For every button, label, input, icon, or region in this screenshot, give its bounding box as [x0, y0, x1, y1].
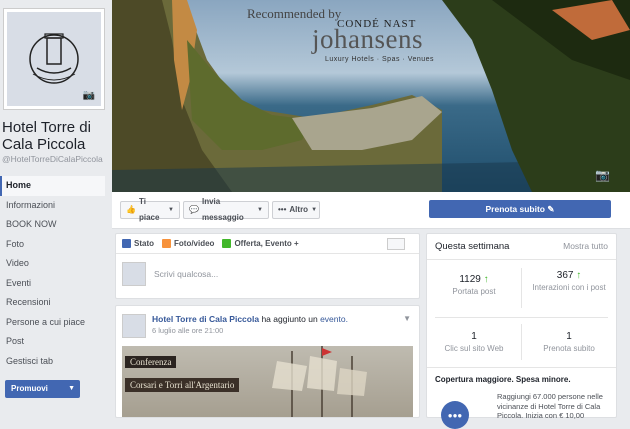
more-label: Altro: [289, 205, 309, 214]
chevron-down-icon: ▼: [311, 207, 318, 213]
cover-photo[interactable]: Recommended by CONDÉ NAST johansens Luxu…: [112, 0, 630, 192]
more-dots-icon: •••: [278, 205, 287, 214]
nav-item-persone[interactable]: Persone a cui piace: [0, 313, 105, 333]
left-column: 📷 Hotel Torre di Cala Piccola @HotelTorr…: [0, 0, 112, 418]
stat-post-reach[interactable]: 1129 ↑ Portata post: [427, 274, 521, 297]
tagline-text: Luxury Hotels · Spas · Venues: [325, 56, 435, 63]
stat-value: 1: [471, 331, 477, 342]
divider: [521, 268, 522, 308]
book-now-button[interactable]: Prenota subito ✎: [429, 200, 611, 218]
weekly-insights-card: Questa settimana Mostra tutto 1129 ↑ Por…: [426, 233, 617, 429]
page-title[interactable]: Hotel Torre di Cala Piccola: [2, 119, 110, 153]
camera-icon[interactable]: 📷: [595, 168, 610, 182]
post-timestamp[interactable]: 6 luglio alle ore 21:00: [152, 326, 348, 335]
stat-value: 1129: [459, 274, 481, 285]
hotel-logo: [29, 33, 79, 84]
avatar[interactable]: [122, 314, 146, 338]
johansens-text: johansens: [312, 24, 423, 54]
promote-label: Promuovi: [11, 384, 48, 393]
avatar: [122, 262, 146, 286]
post-action: ha aggiunto un: [261, 314, 318, 324]
post-author[interactable]: Hotel Torre di Cala Piccola: [152, 314, 259, 324]
thumbs-up-icon: 👍: [126, 205, 136, 214]
divider: [435, 317, 608, 318]
nav-item-recensioni[interactable]: Recensioni: [0, 293, 105, 313]
audience-selector[interactable]: [387, 238, 405, 250]
arrow-up-icon: ↑: [576, 270, 582, 281]
nav-item-gestisci-tab[interactable]: Gestisci tab: [0, 352, 105, 372]
chevron-down-icon[interactable]: ▼: [403, 314, 411, 323]
nav-item-post[interactable]: Post: [0, 332, 105, 352]
stat-label: Portata post: [452, 287, 496, 296]
stat-website-clicks[interactable]: 1 Clic sul sito Web: [427, 331, 521, 354]
composer-input[interactable]: Scrivi qualcosa...: [154, 269, 218, 279]
tab-status-label: Stato: [134, 239, 154, 248]
stat-label: Clic sul sito Web: [444, 344, 504, 353]
nav-item-video[interactable]: Video: [0, 254, 105, 274]
pencil-icon: [122, 239, 131, 248]
tab-photo-label: Foto/video: [174, 239, 215, 248]
post-composer: Stato Foto/video Offerta, Evento + Scriv…: [115, 233, 420, 299]
post-object-link[interactable]: evento.: [320, 314, 348, 324]
camera-icon[interactable]: 📷: [83, 90, 95, 101]
profile-picture[interactable]: 📷: [3, 8, 105, 110]
tab-status[interactable]: Stato: [122, 239, 154, 248]
brand-overlay: Recommended by CONDÉ NAST johansens Luxu…: [247, 6, 467, 63]
like-label: Ti piace: [138, 197, 160, 222]
message-label: Invia messaggio: [201, 197, 244, 222]
coverage-promo[interactable]: Copertura maggiore. Spesa minore. ●●● Ra…: [427, 367, 616, 429]
stat-label: Prenota subito: [543, 344, 595, 353]
feed-post: Hotel Torre di Cala Piccola ha aggiunto …: [115, 305, 420, 418]
event-image[interactable]: Conferenza Corsari e Torri all'Argentari…: [122, 346, 413, 417]
event-subtitle: Corsari e Torri all'Argentario: [125, 378, 240, 392]
tab-offer-event[interactable]: Offerta, Evento +: [222, 239, 299, 248]
message-button[interactable]: 💬 Invia messaggio ▼: [183, 197, 269, 222]
stat-value: 367: [556, 270, 574, 281]
page-handle[interactable]: @HotelTorreDiCalaPiccola: [2, 154, 103, 164]
card-title: Questa settimana: [435, 241, 510, 252]
tab-photo-video[interactable]: Foto/video: [162, 239, 214, 248]
more-button[interactable]: ••• Altro ▼: [272, 201, 320, 219]
promote-button[interactable]: Promuovi ▼: [5, 380, 80, 398]
chevron-down-icon: ▼: [168, 207, 174, 213]
coverage-title: Copertura maggiore. Spesa minore.: [435, 375, 571, 384]
tag-icon: [222, 239, 232, 248]
nav-item-informazioni[interactable]: Informazioni: [0, 196, 105, 216]
coverage-description: Raggiungi 67.000 persone nelle vicinanze…: [497, 392, 603, 420]
tab-offer-label: Offerta, Evento +: [234, 239, 299, 248]
stat-value: 1: [566, 331, 572, 342]
divider: [521, 324, 522, 360]
message-icon: 💬: [189, 205, 199, 214]
chevron-down-icon: ▼: [68, 385, 75, 392]
photo-icon: [162, 239, 171, 248]
arrow-up-icon: ↑: [483, 274, 489, 285]
pencil-icon: ✎: [547, 204, 555, 214]
stat-label: Interazioni con i post: [532, 283, 606, 292]
action-bar: 👍 Ti piace ▼ 💬 Invia messaggio ▼ ••• Alt…: [112, 192, 630, 229]
people-icon: ●●●: [441, 401, 469, 429]
chevron-down-icon: ▼: [257, 207, 263, 213]
book-now-label: Prenota subito: [485, 204, 545, 214]
nav-item-eventi[interactable]: Eventi: [0, 274, 105, 294]
nav-item-book-now[interactable]: BOOK NOW: [0, 215, 105, 235]
page-nav: Home Informazioni BOOK NOW Foto Video Ev…: [0, 176, 105, 371]
nav-item-home[interactable]: Home: [0, 176, 105, 196]
like-button[interactable]: 👍 Ti piace ▼: [120, 197, 180, 222]
show-all-link[interactable]: Mostra tutto: [563, 241, 608, 252]
nav-item-foto[interactable]: Foto: [0, 235, 105, 255]
composer-tabs: Stato Foto/video Offerta, Evento +: [116, 234, 419, 254]
stat-post-engagement[interactable]: 367 ↑ Interazioni con i post: [522, 270, 616, 293]
stat-book-now[interactable]: 1 Prenota subito: [522, 331, 616, 354]
event-title: Conferenza: [125, 356, 177, 368]
